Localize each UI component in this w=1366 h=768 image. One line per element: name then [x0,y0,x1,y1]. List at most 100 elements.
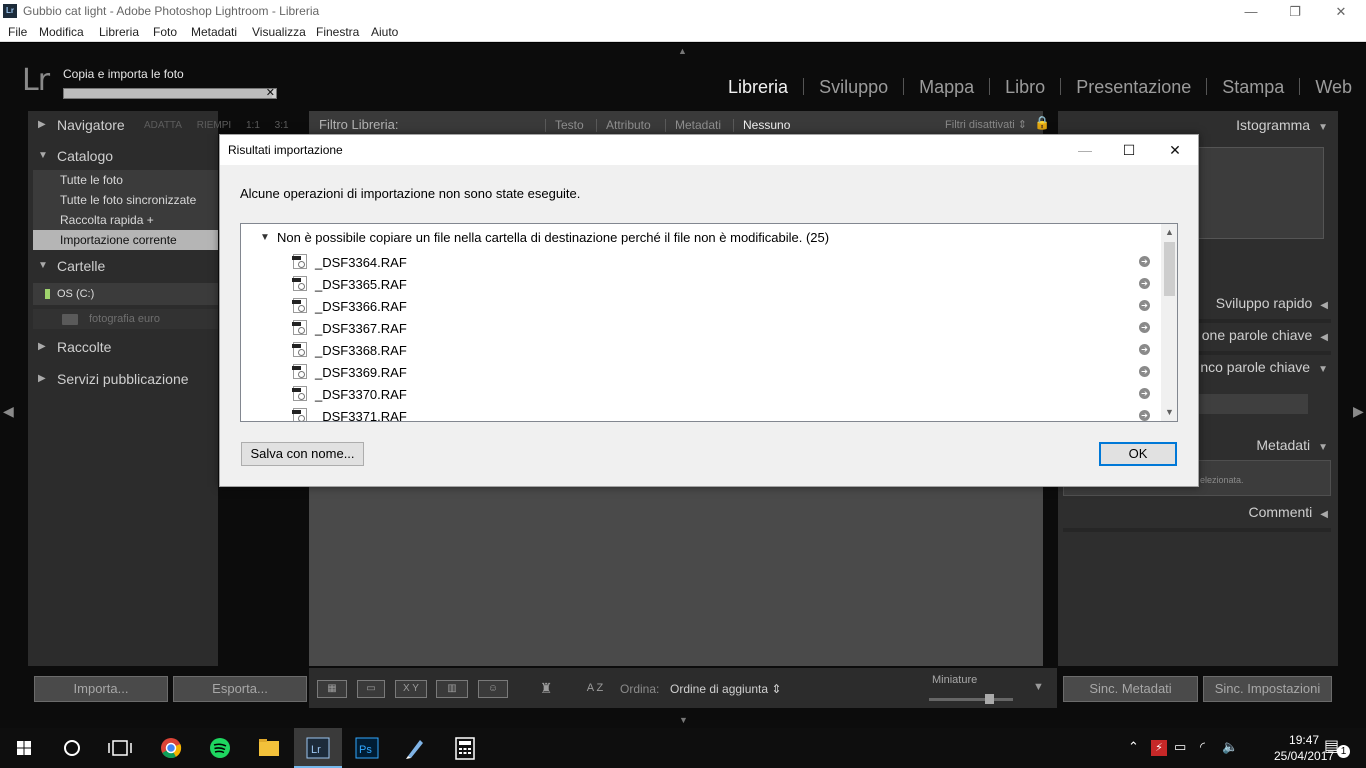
go-to-file-icon[interactable]: ➔ [1139,410,1150,421]
scroll-thumb[interactable] [1164,242,1175,296]
catalog-item-quick-collection[interactable]: Raccolta rapida + [33,210,218,230]
dialog-minimize-button[interactable]: — [1062,135,1108,165]
loupe-view-icon[interactable]: ▭ [357,680,385,698]
restore-button[interactable]: ❐ [1272,0,1318,23]
file-row[interactable]: _DSF3370.RAF ➔ [292,384,1153,406]
photoshop-taskbar-button[interactable]: Ps [343,728,391,768]
comments-header[interactable]: Commenti ◀ [1048,504,1329,530]
grid-view-icon[interactable]: ▦ [317,680,347,698]
go-to-file-icon[interactable]: ➔ [1139,344,1150,355]
sync-settings-button[interactable]: Sinc. Impostazioni [1203,676,1332,702]
go-to-file-icon[interactable]: ➔ [1139,256,1150,267]
module-sviluppo[interactable]: Sviluppo [819,77,888,98]
filter-none[interactable]: Nessuno [743,118,790,132]
file-row[interactable]: _DSF3369.RAF ➔ [292,362,1153,384]
publish-services-header[interactable]: ▶ Servizi pubblicazione [28,365,218,395]
navigator-header[interactable]: ▶ Navigatore ADATTA RIEMPI 1:1 3:1 [28,111,289,141]
module-web[interactable]: Web [1315,77,1352,98]
scroll-up-icon[interactable]: ▲ [1161,224,1177,241]
volume-icon[interactable]: 🔈 [1222,739,1238,755]
toolbar-options-icon[interactable]: ▼ [1033,681,1044,693]
sync-metadata-button[interactable]: Sinc. Metadati [1063,676,1198,702]
menu-visualizza[interactable]: Visualizza [252,25,306,39]
cancel-import-icon[interactable]: ✕ [266,86,275,99]
module-libreria[interactable]: Libreria [728,77,788,98]
minimize-button[interactable]: — [1228,0,1274,23]
file-row[interactable]: _DSF3365.RAF ➔ [292,274,1153,296]
filter-presets-dropdown[interactable]: Filtri disattivati ⇕ [945,118,1027,131]
thumbnail-size-slider[interactable] [929,694,1013,704]
file-row[interactable]: _DSF3366.RAF ➔ [292,296,1153,318]
file-row[interactable]: _DSF3367.RAF ➔ [292,318,1153,340]
menu-libreria[interactable]: Libreria [99,25,139,39]
list-scrollbar[interactable]: ▲ ▼ [1161,224,1177,421]
task-view-button[interactable] [96,728,144,768]
close-button[interactable]: ✕ [1318,0,1364,23]
left-panel-toggle-icon[interactable]: ◀ [3,403,14,420]
module-presentazione[interactable]: Presentazione [1076,77,1191,98]
folders-header[interactable]: ▼ Cartelle [28,252,218,282]
drive-os-c[interactable]: OS (C:) [33,283,218,305]
go-to-file-icon[interactable]: ➔ [1139,322,1150,333]
collapse-triangle-icon[interactable]: ▼ [260,232,270,243]
zoom-3-1[interactable]: 3:1 [275,120,289,131]
pen-tool-taskbar-button[interactable] [392,728,440,768]
keyword-filter-input[interactable] [1198,394,1308,414]
menu-aiuto[interactable]: Aiuto [371,25,398,39]
spotify-taskbar-button[interactable] [196,728,244,768]
import-errors-list[interactable]: ▼ Non è possibile copiare un file nella … [240,223,1178,422]
menu-file[interactable]: File [8,25,27,39]
import-button[interactable]: Importa... [34,676,168,702]
top-panel-toggle-icon[interactable]: ▲ [678,46,687,56]
export-button[interactable]: Esporta... [173,676,307,702]
antivirus-tray-icon[interactable]: ⚡ [1151,740,1167,756]
go-to-file-icon[interactable]: ➔ [1139,366,1150,377]
painter-icon[interactable]: ♜ [539,680,553,698]
dialog-close-button[interactable]: ✕ [1152,135,1198,165]
wifi-icon[interactable]: ◜ [1200,739,1205,755]
show-hidden-icons-icon[interactable]: ⌃ [1128,739,1139,755]
file-explorer-taskbar-button[interactable] [245,728,293,768]
chrome-taskbar-button[interactable] [147,728,195,768]
calculator-taskbar-button[interactable] [441,728,489,768]
slider-knob[interactable] [985,694,994,704]
sort-direction-icon[interactable]: A Z [579,680,611,698]
module-stampa[interactable]: Stampa [1222,77,1284,98]
battery-icon[interactable]: ▭ [1174,739,1186,755]
cortana-button[interactable] [48,728,96,768]
menu-finestra[interactable]: Finestra [316,25,359,39]
right-panel-toggle-icon[interactable]: ▶ [1353,403,1364,420]
catalog-header[interactable]: ▼ Catalogo [28,142,218,172]
survey-view-icon[interactable]: ▥ [436,680,468,698]
sort-dropdown[interactable]: Ordine di aggiunta ⇕ [670,682,781,696]
ok-button[interactable]: OK [1099,442,1177,466]
menu-foto[interactable]: Foto [153,25,177,39]
catalog-item-synced-photos[interactable]: Tutte le foto sincronizzate [33,190,218,210]
go-to-file-icon[interactable]: ➔ [1139,388,1150,399]
file-row[interactable]: _DSF3364.RAF ➔ [292,252,1153,274]
people-view-icon[interactable]: ☺ [478,680,508,698]
module-mappa[interactable]: Mappa [919,77,974,98]
zoom-fill[interactable]: RIEMPI [197,120,231,131]
lock-icon[interactable]: 🔒 [1034,115,1050,131]
collections-header[interactable]: ▶ Raccolte [28,333,218,363]
filter-text[interactable]: Testo [555,118,584,132]
go-to-file-icon[interactable]: ➔ [1139,278,1150,289]
folder-fotografia-euro[interactable]: fotografia euro [33,309,218,329]
bottom-panel-toggle-icon[interactable]: ▼ [679,715,688,725]
save-as-button[interactable]: Salva con nome... [241,442,364,466]
menu-metadati[interactable]: Metadati [191,25,237,39]
dialog-maximize-button[interactable]: ☐ [1106,135,1152,165]
lightroom-taskbar-button[interactable]: Lr [294,728,342,768]
go-to-file-icon[interactable]: ➔ [1139,300,1150,311]
file-row[interactable]: _DSF3371.RAF ➔ [292,406,1153,421]
file-row[interactable]: _DSF3368.RAF ➔ [292,340,1153,362]
start-button[interactable] [0,728,48,768]
catalog-item-all-photos[interactable]: Tutte le foto [33,170,218,190]
catalog-item-current-import[interactable]: Importazione corrente [33,230,218,250]
module-libro[interactable]: Libro [1005,77,1045,98]
filter-attribute[interactable]: Attributo [606,118,651,132]
compare-view-icon[interactable]: X Y [395,680,427,698]
zoom-1-1[interactable]: 1:1 [246,120,260,131]
zoom-fit[interactable]: ADATTA [144,120,182,131]
